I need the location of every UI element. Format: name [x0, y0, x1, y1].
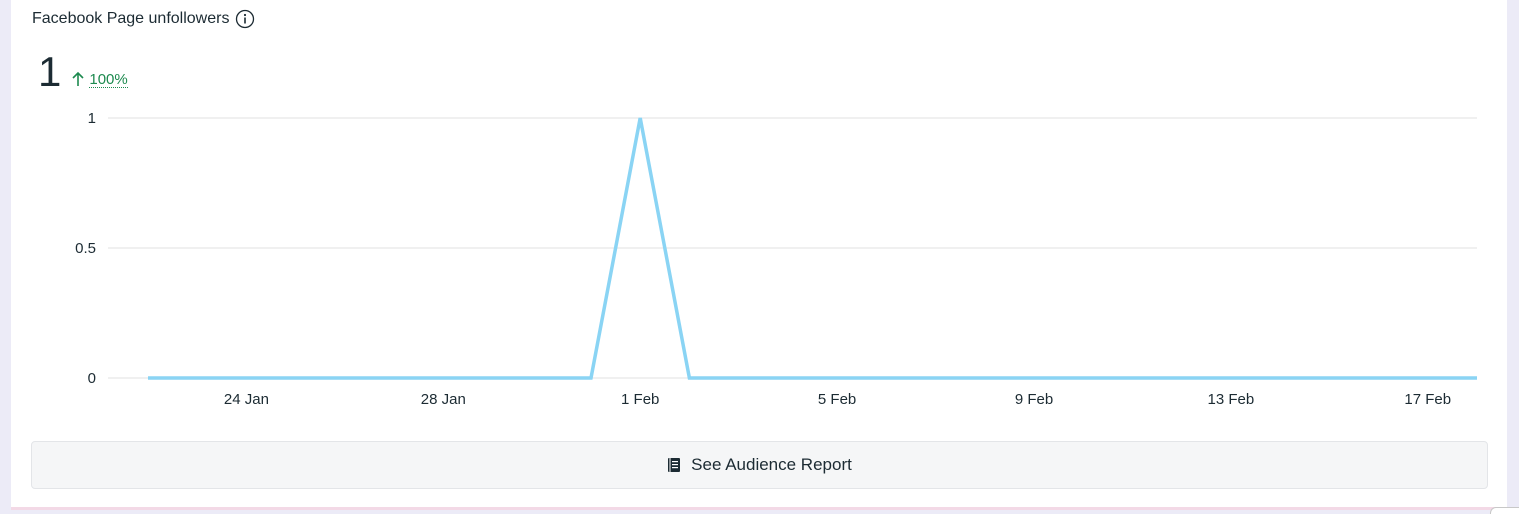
metric-delta[interactable]: 100%	[89, 72, 128, 88]
y-tick-label: 1	[88, 110, 96, 127]
x-tick-label: 5 Feb	[818, 391, 856, 408]
x-tick-label: 28 Jan	[421, 391, 466, 408]
x-tick-label: 24 Jan	[224, 391, 269, 408]
x-tick-label: 13 Feb	[1208, 391, 1255, 408]
metric-value: 1	[38, 48, 62, 95]
line-chart: 0 0.5 1 24 Jan 28 Jan 1 Feb 5 Feb 9 Feb 13 Feb 17…	[75, 110, 1477, 408]
card-header: Facebook Page unfollowers	[32, 9, 255, 29]
arrow-up-icon	[72, 71, 84, 86]
info-circle-icon[interactable]	[235, 9, 255, 29]
y-tick-label: 0	[88, 370, 96, 387]
book-icon	[668, 458, 681, 472]
x-tick-label: 17 Feb	[1404, 391, 1451, 408]
x-tick-label: 9 Feb	[1015, 391, 1053, 408]
window-corner	[1490, 507, 1519, 514]
y-tick-label: 0.5	[75, 240, 96, 257]
unfollowers-card: Facebook Page unfollowers 1 100% 0 0.5 1 24…	[11, 0, 1507, 510]
metric-summary: 1 100%	[38, 50, 128, 94]
see-audience-report-button[interactable]: See Audience Report	[31, 441, 1488, 489]
x-tick-label: 1 Feb	[621, 391, 659, 408]
see-audience-report-label: See Audience Report	[691, 455, 852, 474]
card-title: Facebook Page unfollowers	[32, 10, 230, 27]
